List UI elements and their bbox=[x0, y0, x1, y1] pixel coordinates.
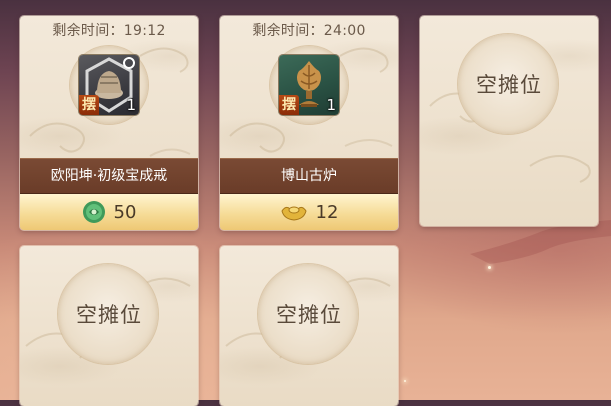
item-name: 欧阳坤·初级宝成戒 bbox=[20, 158, 198, 194]
remaining-time: 剩余时间：24:00 bbox=[252, 23, 366, 39]
item-quantity: 1 bbox=[326, 96, 336, 114]
empty-stall-label: 空摊位 bbox=[76, 303, 142, 327]
stall-slot-5[interactable]: 空摊位 bbox=[220, 246, 398, 406]
empty-stall-label: 空摊位 bbox=[476, 73, 542, 97]
stall-tag: 摆 bbox=[279, 95, 299, 115]
remaining-time: 剩余时间：19:12 bbox=[52, 23, 166, 39]
item-slot[interactable]: 摆 1 bbox=[79, 55, 139, 115]
jade-coin-icon bbox=[82, 201, 105, 223]
item-frame: 摆 1 bbox=[270, 46, 348, 124]
stall-slot-1[interactable]: 剩余时间：19:12 摆 1 欧阳坤·初级宝成戒 50 bbox=[20, 16, 198, 230]
item-frame: 摆 1 bbox=[70, 46, 148, 124]
sparkle-3 bbox=[404, 380, 406, 382]
gold-ingot-icon bbox=[281, 206, 307, 221]
sparkle-2 bbox=[488, 266, 491, 269]
item-name: 博山古炉 bbox=[220, 158, 398, 194]
empty-stall-label: 空摊位 bbox=[276, 303, 342, 327]
stall-slot-4[interactable]: 空摊位 bbox=[20, 246, 198, 406]
price-bar: 12 bbox=[220, 194, 398, 230]
stall-tag: 摆 bbox=[79, 95, 99, 115]
price-bar: 50 bbox=[20, 194, 198, 230]
stall-slot-2[interactable]: 剩余时间：24:00 摆 1 博山古炉 12 bbox=[220, 16, 398, 230]
price-value: 12 bbox=[315, 201, 339, 223]
item-slot[interactable]: 摆 1 bbox=[279, 55, 339, 115]
price-value: 50 bbox=[113, 201, 137, 223]
item-quantity: 1 bbox=[126, 96, 136, 114]
stall-slot-3[interactable]: 空摊位 bbox=[420, 16, 598, 226]
